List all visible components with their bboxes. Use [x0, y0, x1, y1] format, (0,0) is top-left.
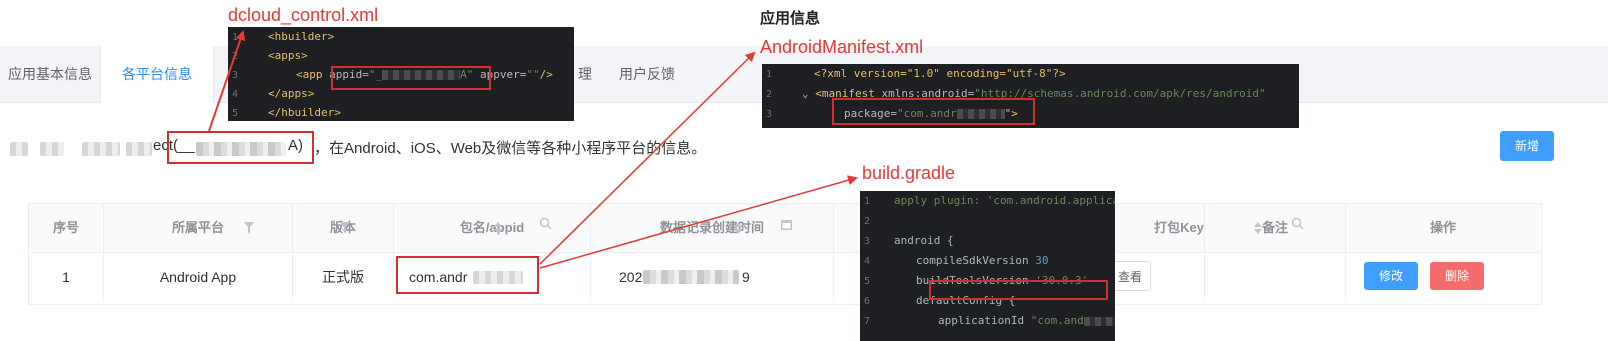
annotation-arrows: [208, 30, 858, 269]
arrow-to-manifest: [539, 51, 756, 265]
arrow-to-dcloud: [208, 30, 246, 132]
arrow-to-gradle: [539, 175, 858, 269]
